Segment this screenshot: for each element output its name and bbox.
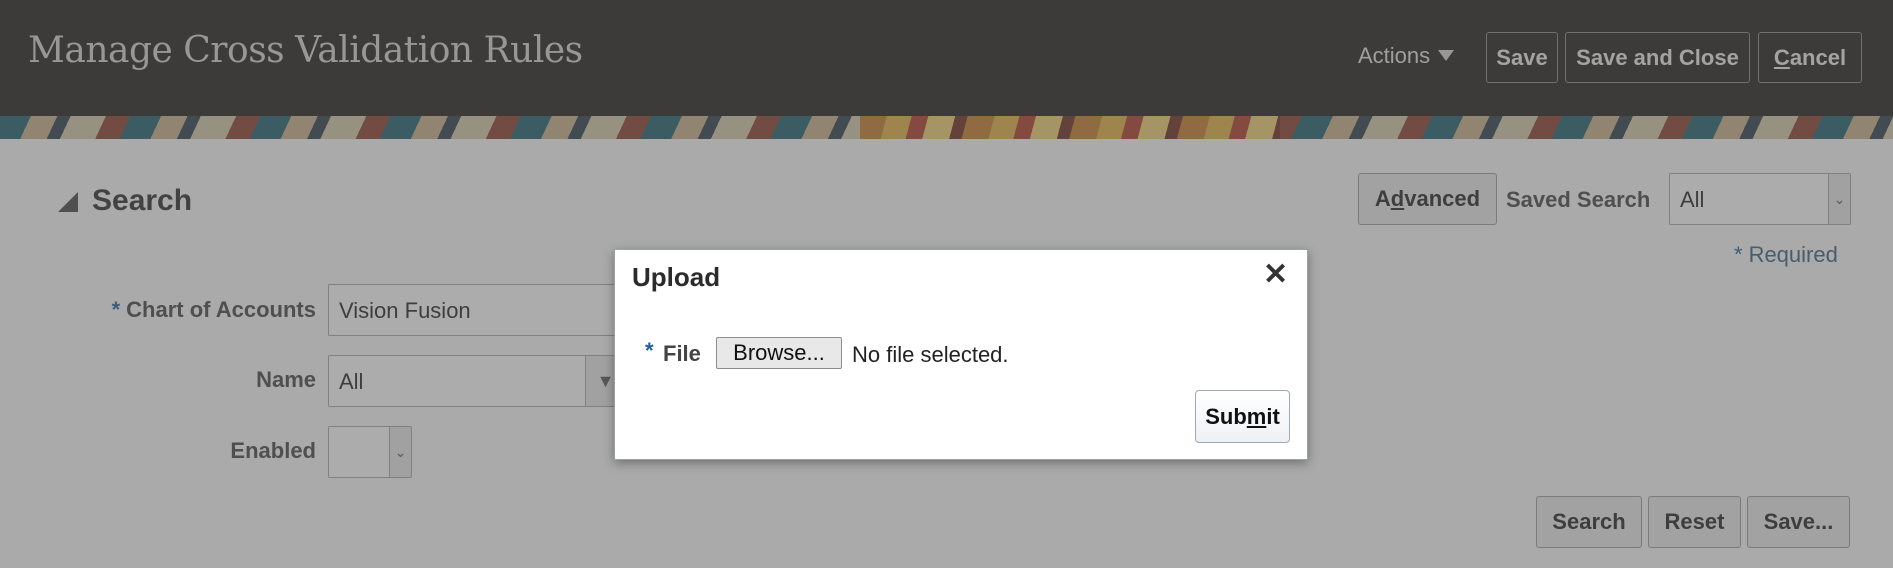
close-icon[interactable]: ✕ xyxy=(1263,260,1288,290)
submit-button[interactable]: Sub m it xyxy=(1195,390,1290,443)
upload-dialog: Upload ✕ * File Browse... No file select… xyxy=(614,249,1308,460)
browse-button[interactable]: Browse... xyxy=(716,337,842,369)
dialog-title: Upload xyxy=(632,262,721,292)
required-indicator: * xyxy=(645,338,654,363)
file-label: File xyxy=(663,341,701,366)
file-status: No file selected. xyxy=(852,342,1009,367)
